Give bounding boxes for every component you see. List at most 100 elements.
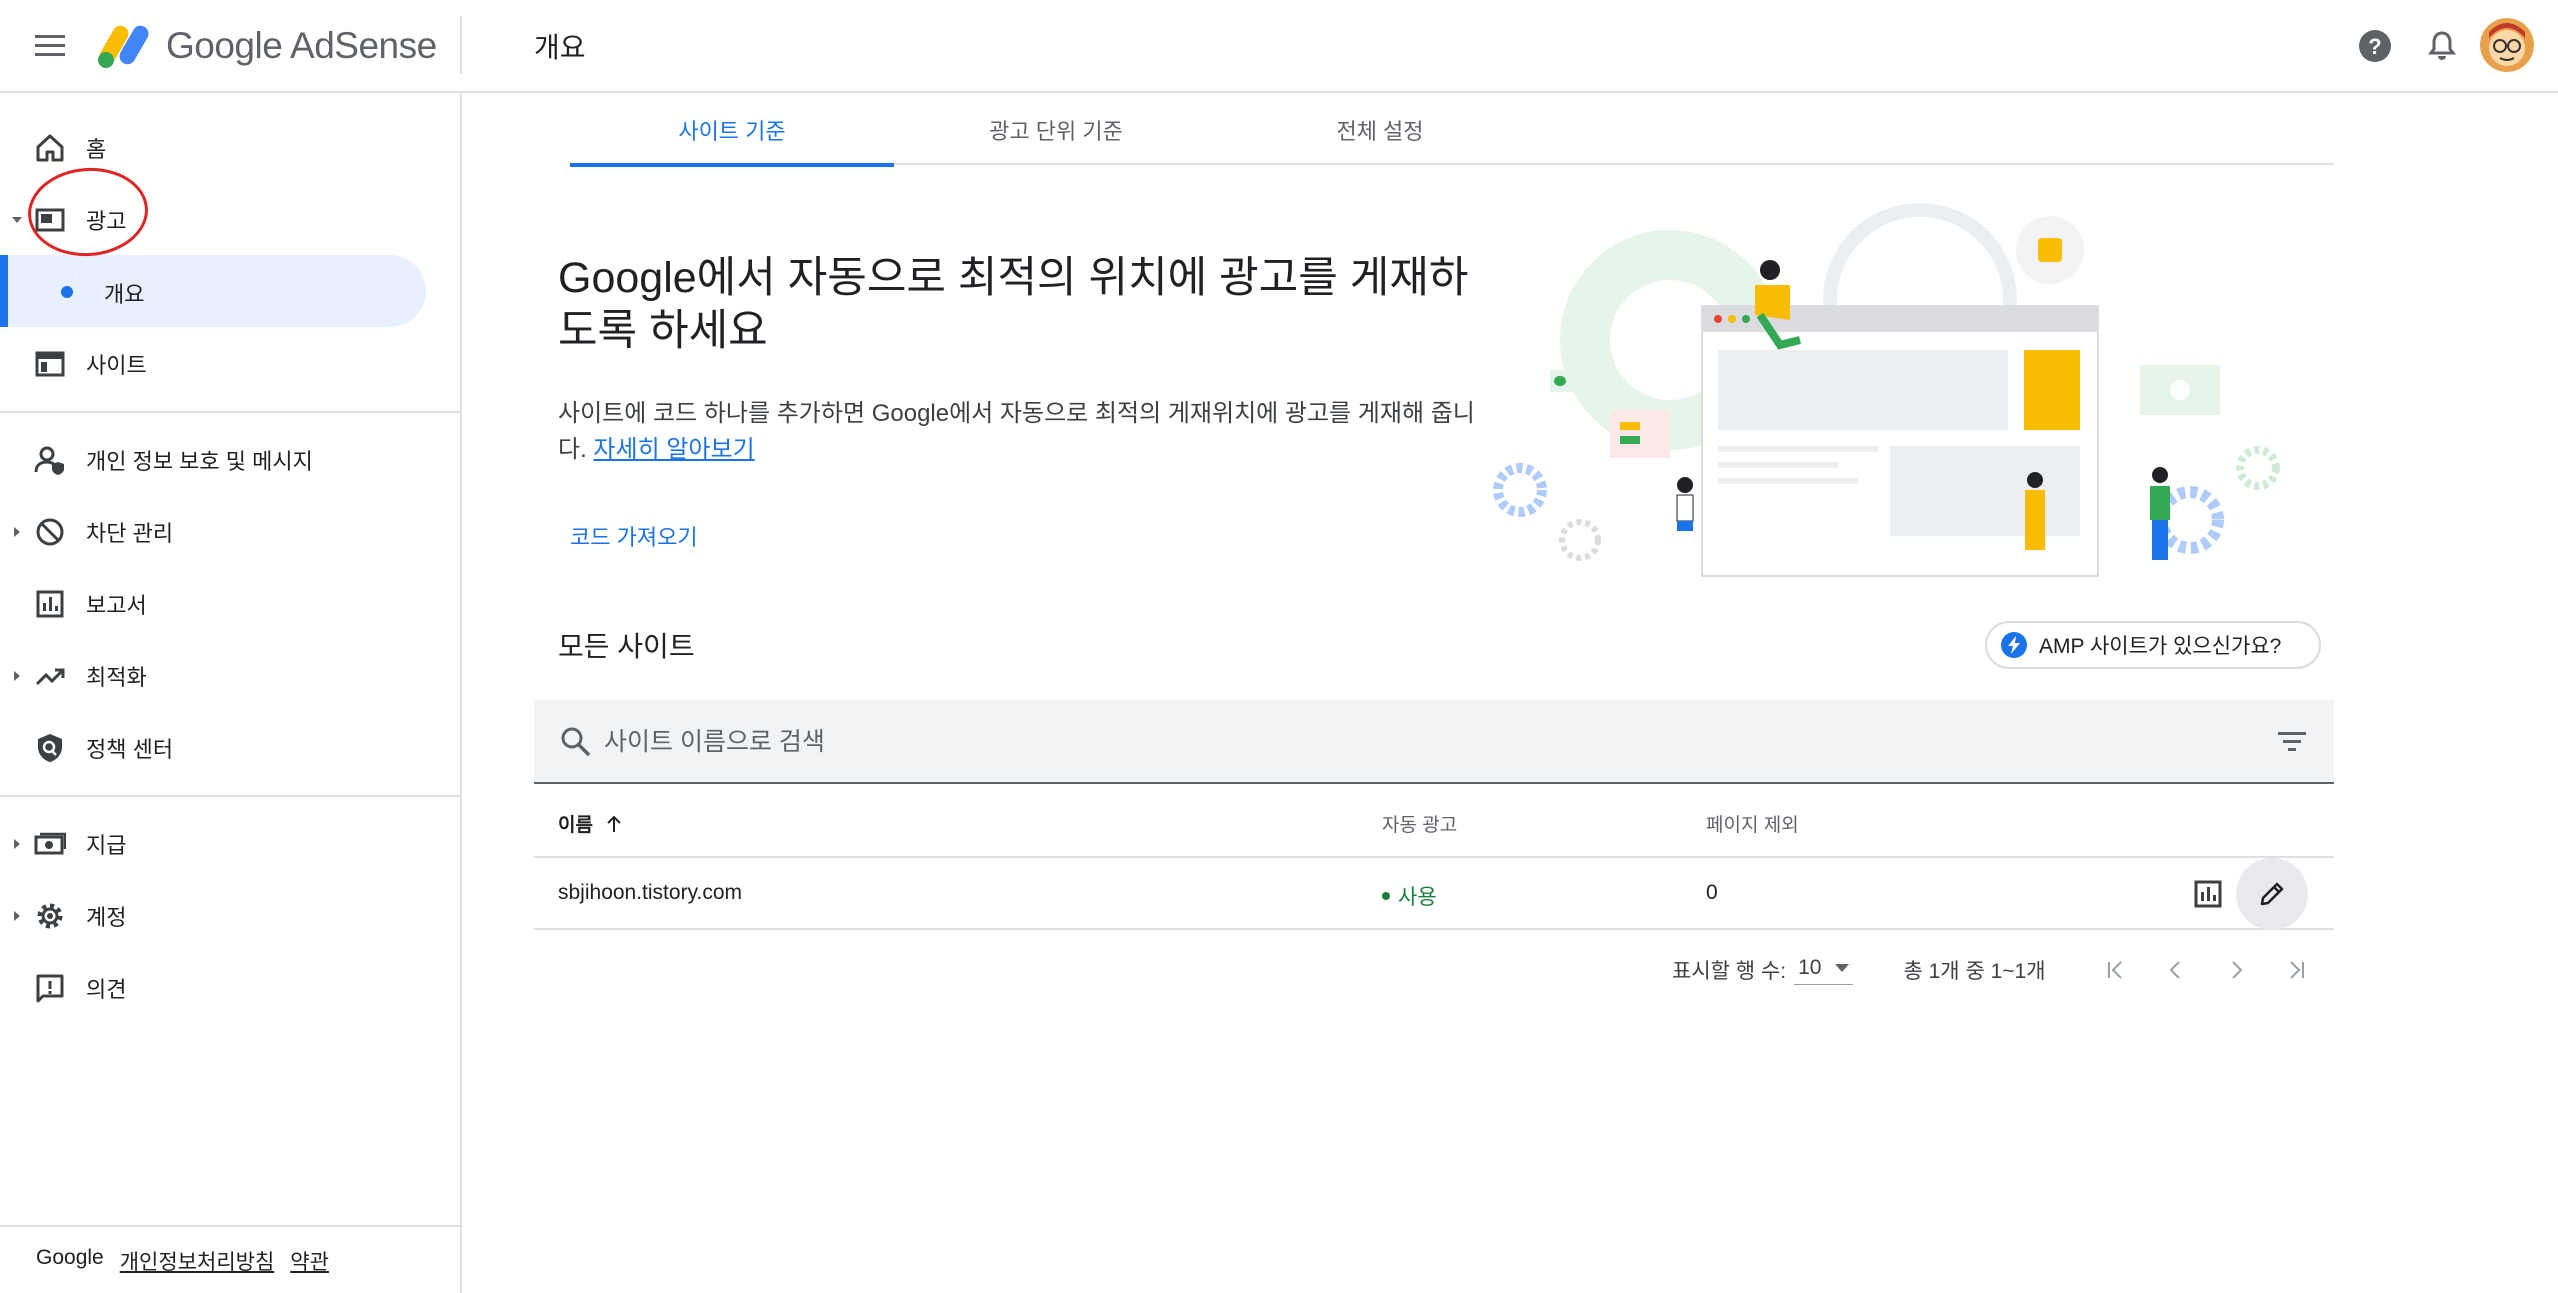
sidebar-item-reports[interactable]: 보고서 <box>0 573 460 635</box>
filter-icon[interactable] <box>2274 724 2310 760</box>
site-search-bar <box>534 700 2334 784</box>
expand-arrow-icon <box>14 911 20 921</box>
rows-per-page-label: 표시할 행 수: <box>1672 960 1787 983</box>
tab-bar: 사이트 기준 광고 단위 기준 전체 설정 <box>570 95 2334 167</box>
auto-ads-status-label: 사용 <box>1398 886 1437 909</box>
logo-text: Google AdSense <box>166 25 437 66</box>
status-dot-icon <box>1382 892 1390 900</box>
site-search-input[interactable] <box>604 720 2104 764</box>
sidebar-item-label: 의견 <box>86 977 127 1002</box>
auto-ads-illustration <box>1493 203 2280 577</box>
sidebar-item-ads[interactable]: 광고 <box>0 189 460 251</box>
auto-ads-status: 사용 <box>1382 881 1437 911</box>
sidebar-footer: Google 개인정보처리방침 약관 <box>36 1246 329 1276</box>
payments-icon <box>32 826 68 862</box>
first-page-icon[interactable] <box>2086 950 2146 990</box>
sidebar-item-policy-center[interactable]: 정책 센터 <box>0 717 460 779</box>
tab-global-settings[interactable]: 전체 설정 <box>1218 95 1542 165</box>
feedback-icon <box>32 970 68 1006</box>
bell-icon[interactable] <box>2424 28 2460 64</box>
pencil-icon <box>2260 882 2284 906</box>
sidebar-item-sites[interactable]: 사이트 <box>0 333 460 395</box>
sidebar-divider <box>0 1225 460 1227</box>
page-title: 개요 <box>534 32 586 63</box>
amp-button-label: AMP 사이트가 있으신가요? <box>2039 635 2282 658</box>
privacy-policy-link[interactable]: 개인정보처리방침 <box>120 1246 275 1276</box>
sidebar-item-label: 최적화 <box>86 665 147 690</box>
sidebar-item-overview[interactable]: 개요 <box>0 255 426 327</box>
topbar-divider <box>460 16 462 74</box>
adsense-logo[interactable]: Google AdSense <box>96 18 437 74</box>
sidebar-item-label: 보고서 <box>86 593 147 618</box>
hero-description: 사이트에 코드 하나를 추가하면 Google에서 자동으로 최적의 게재위치에… <box>558 396 1488 468</box>
gear-icon <box>32 898 68 934</box>
sidebar-item-label: 홈 <box>86 137 107 162</box>
sites-table-header: 이름 자동 광고 페이지 제외 <box>534 786 2334 858</box>
sidebar-item-privacy[interactable]: 개인 정보 보호 및 메시지 <box>0 429 460 491</box>
ads-icon <box>32 202 68 238</box>
sidebar-item-feedback[interactable]: 의견 <box>0 957 460 1019</box>
sidebar-item-label: 차단 관리 <box>86 521 174 546</box>
site-name: sbjihoon.tistory.com <box>558 881 743 904</box>
sidebar-item-label: 광고 <box>86 209 127 234</box>
adsense-logo-icon <box>98 25 149 68</box>
page-exclusions-count: 0 <box>1706 881 1718 904</box>
all-sites-heading: 모든 사이트 <box>558 631 695 662</box>
learn-more-link[interactable]: 자세히 알아보기 <box>593 436 754 463</box>
lightning-bolt-icon <box>2001 632 2027 658</box>
sidebar-item-label: 개요 <box>104 282 145 307</box>
privacy-icon <box>32 442 68 478</box>
sidebar-item-home[interactable]: 홈 <box>0 117 460 179</box>
active-indicator <box>0 255 8 327</box>
next-page-icon[interactable] <box>2206 950 2266 990</box>
footer-brand: Google <box>36 1246 104 1269</box>
policy-icon <box>32 730 68 766</box>
sidebar-item-label: 계정 <box>86 905 127 930</box>
page-range: 총 1개 중 1~1개 <box>1903 960 2046 983</box>
avatar[interactable] <box>2480 18 2534 72</box>
tab-by-site[interactable]: 사이트 기준 <box>570 95 894 167</box>
hamburger-menu-icon[interactable] <box>28 24 72 68</box>
sidebar-item-label: 지급 <box>86 833 127 858</box>
sidebar-divider <box>0 411 460 413</box>
sidebar-item-label: 정책 센터 <box>86 737 174 762</box>
help-circle-icon[interactable]: ? <box>2357 28 2393 64</box>
chevron-down-icon <box>1835 963 1850 972</box>
home-icon <box>32 130 68 166</box>
rows-per-page-value: 10 <box>1798 955 1822 979</box>
sidebar-item-account[interactable]: 계정 <box>0 885 460 947</box>
terms-link[interactable]: 약관 <box>290 1246 329 1276</box>
site-edit-button[interactable] <box>2236 858 2308 930</box>
sidebar-nav: 홈 광고 개요 사이트 개인 정보 보호 및 메시지 차단 관리 보고서 최적화… <box>0 93 462 1293</box>
reports-icon <box>32 586 68 622</box>
sidebar-item-label: 사이트 <box>86 353 147 378</box>
report-icon <box>2194 880 2222 908</box>
table-row[interactable]: sbjihoon.tistory.com 사용 0 <box>534 858 2334 930</box>
pagination: 표시할 행 수: 10 총 1개 중 1~1개 <box>1672 950 2326 990</box>
rows-per-page-select[interactable]: 10 <box>1794 955 1854 985</box>
amp-sites-button[interactable]: AMP 사이트가 있으신가요? <box>1985 621 2321 669</box>
previous-page-icon[interactable] <box>2146 950 2206 990</box>
column-header-auto-ads: 자동 광고 <box>1382 815 1458 836</box>
block-icon <box>32 514 68 550</box>
get-code-button[interactable]: 코드 가져오기 <box>560 512 708 560</box>
sort-arrow-up-icon <box>607 815 621 832</box>
active-dot-icon <box>61 286 73 298</box>
sidebar-item-label: 개인 정보 보호 및 메시지 <box>86 449 313 474</box>
sidebar-item-blocking[interactable]: 차단 관리 <box>0 501 460 563</box>
trending-up-icon <box>32 658 68 694</box>
hero-title: Google에서 자동으로 최적의 위치에 광고를 게재하도록 하세요 <box>558 254 1469 355</box>
sidebar-divider <box>0 795 460 797</box>
collapse-arrow-icon <box>12 217 22 223</box>
last-page-icon[interactable] <box>2266 950 2326 990</box>
svg-text:?: ? <box>2368 34 2381 59</box>
tab-by-ad-unit[interactable]: 광고 단위 기준 <box>894 95 1218 165</box>
sidebar-item-payments[interactable]: 지급 <box>0 813 460 875</box>
site-report-button[interactable] <box>2172 858 2244 930</box>
expand-arrow-icon <box>14 671 20 681</box>
sidebar-item-optimization[interactable]: 최적화 <box>0 645 460 707</box>
column-header-page-exclusions: 페이지 제외 <box>1706 815 1799 836</box>
search-icon <box>558 724 594 760</box>
column-header-name[interactable]: 이름 <box>558 810 623 837</box>
sites-icon <box>32 346 68 382</box>
